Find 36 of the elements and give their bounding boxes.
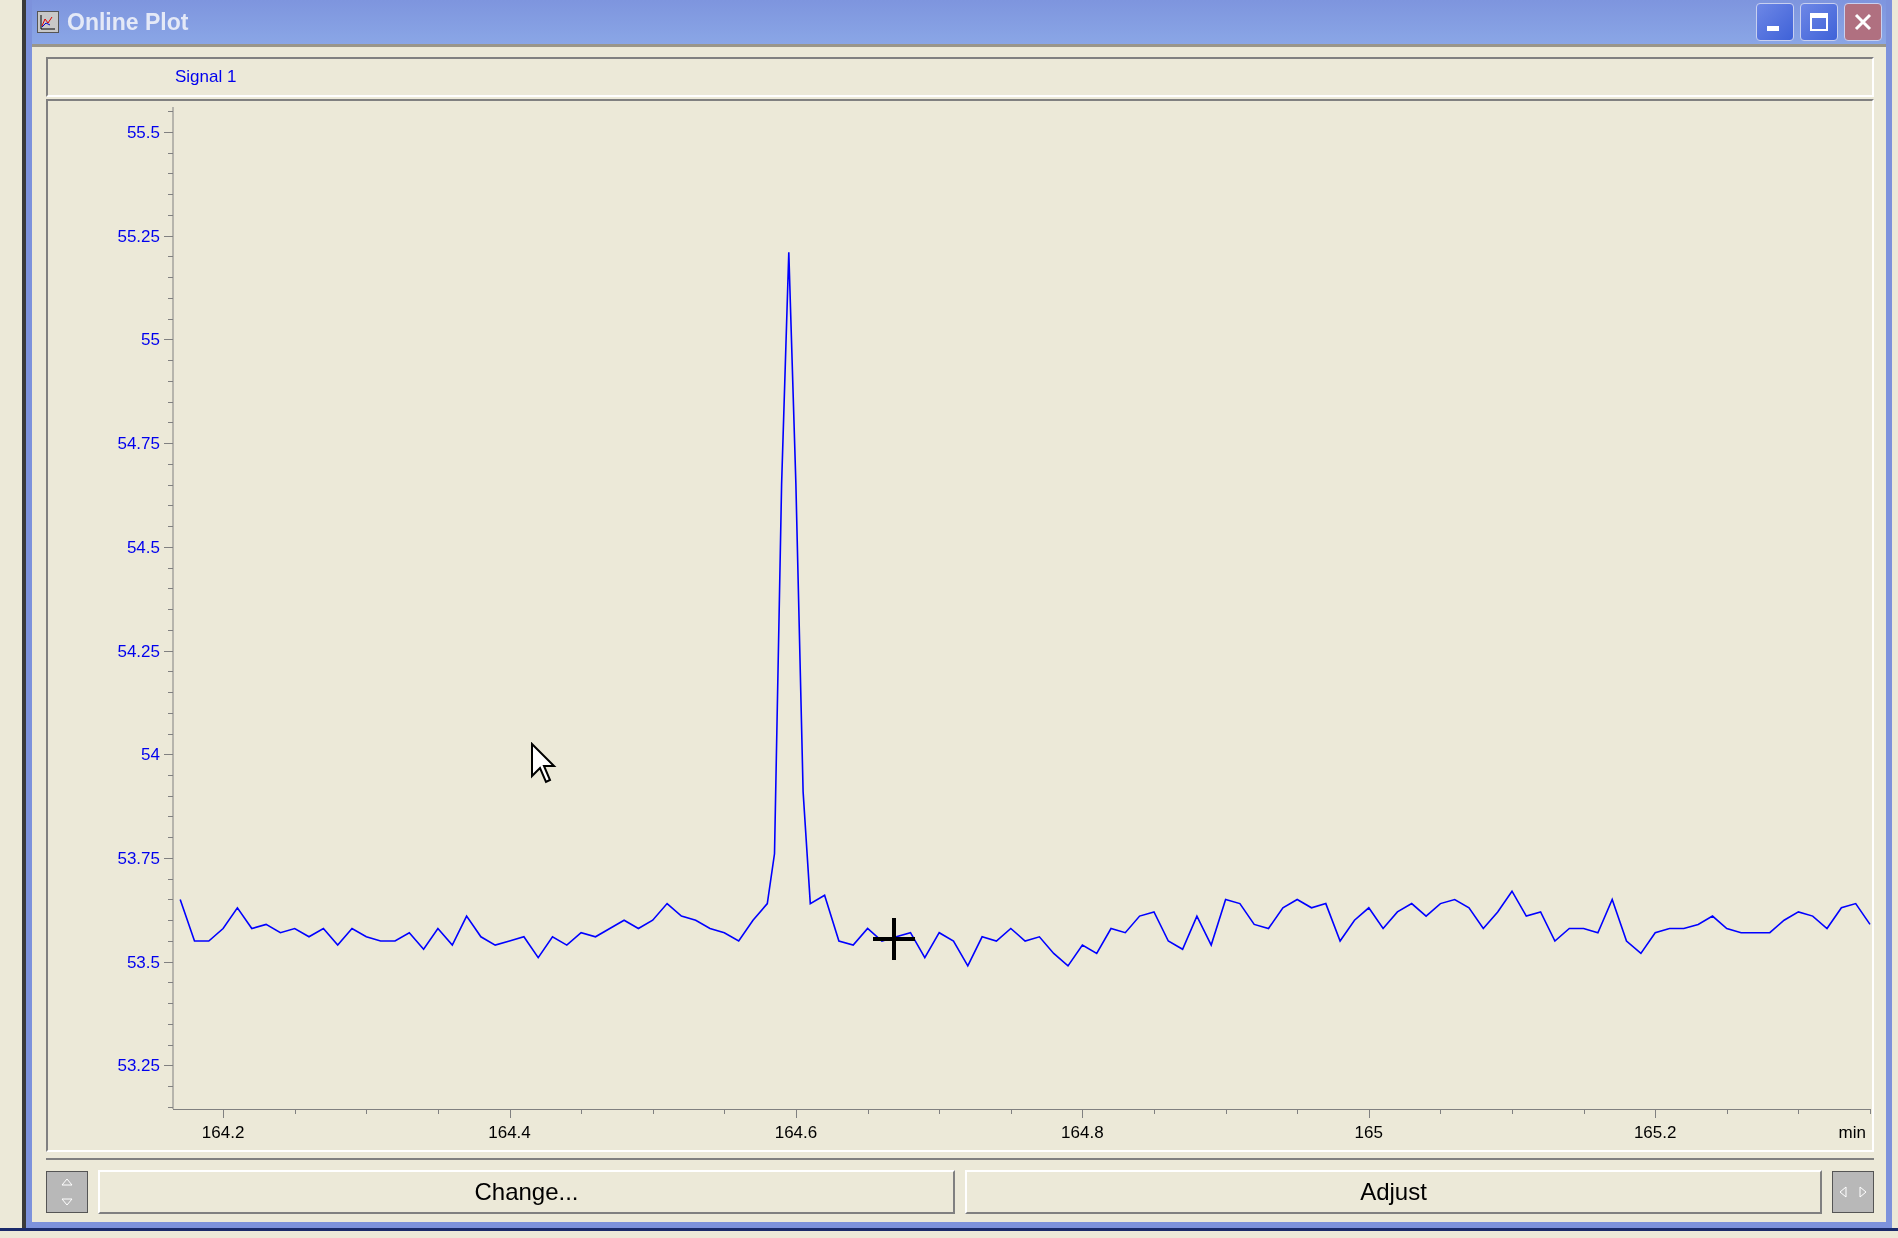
y-tick-label: 53.5	[126, 952, 160, 972]
x-tick-label: 165	[1354, 1123, 1383, 1142]
y-tick-label: 54.5	[126, 537, 160, 557]
crosshair-icon	[871, 916, 917, 962]
y-tick-label: 53.25	[117, 1056, 160, 1076]
x-tick-label: 164.6	[774, 1123, 818, 1142]
y-tick-label: 54.75	[117, 434, 160, 454]
x-tick-label: 164.4	[488, 1123, 531, 1142]
y-tick-label: 55.5	[126, 122, 160, 142]
y-tick-label: 55	[141, 330, 160, 350]
y-tick-label: 55.25	[117, 226, 160, 246]
legend-label: Signal 1	[175, 67, 237, 87]
y-tick-label: 54	[141, 745, 160, 765]
x-axis-label: min	[1838, 1123, 1866, 1142]
maximize-icon	[1809, 12, 1829, 32]
x-tick-label: 164.2	[201, 1123, 245, 1142]
chart-icon	[37, 11, 59, 33]
minimize-icon	[1767, 25, 1779, 31]
right-arrow-icon	[1859, 1186, 1867, 1198]
change-button[interactable]: Change...	[98, 1170, 955, 1214]
spin-button[interactable]	[46, 1171, 88, 1213]
y-tick-label: 53.75	[117, 849, 160, 868]
left-arrow-icon	[1839, 1186, 1847, 1198]
x-tick-label: 165.2	[1633, 1123, 1677, 1142]
minimize-button[interactable]	[1756, 3, 1794, 41]
scroll-arrows[interactable]	[1832, 1171, 1874, 1213]
y-tick-label: 54.25	[117, 641, 160, 661]
maximize-button[interactable]	[1800, 3, 1838, 41]
adjust-button[interactable]: Adjust	[965, 1170, 1822, 1214]
up-arrow-icon	[61, 1178, 73, 1186]
window-title: Online Plot	[67, 8, 190, 36]
close-icon	[1853, 12, 1873, 32]
down-arrow-icon	[61, 1198, 73, 1206]
mouse-pointer-icon	[530, 742, 558, 784]
x-tick-label: 164.8	[1061, 1123, 1104, 1142]
close-button[interactable]	[1844, 3, 1882, 41]
